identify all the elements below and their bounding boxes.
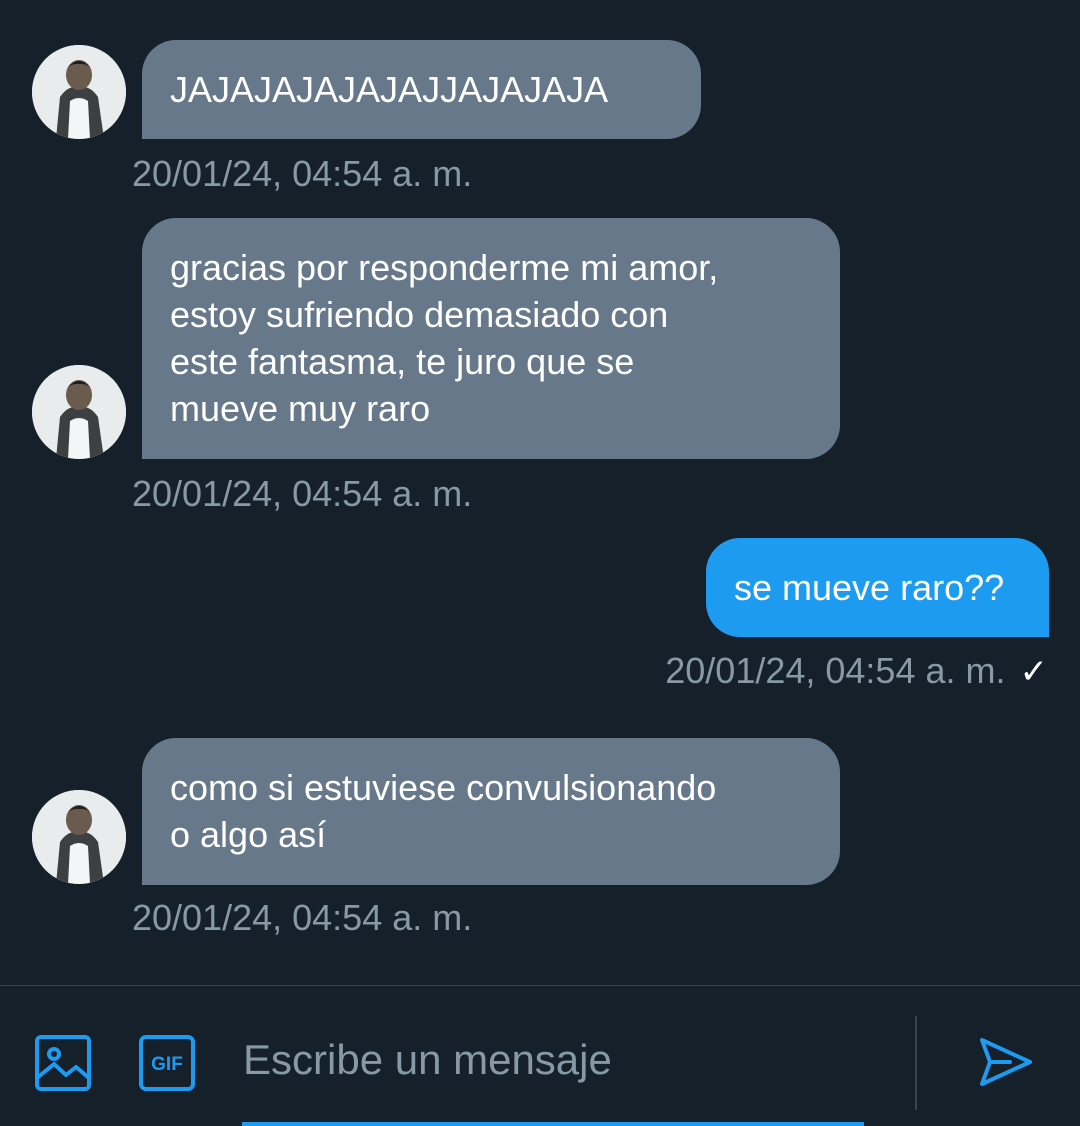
message-timestamp: 20/01/24, 04:54 a. m. (665, 650, 1006, 691)
message-text: JAJAJAJAJAJAJJAJAJAJA (170, 69, 609, 110)
avatar[interactable] (32, 365, 126, 459)
image-icon[interactable] (34, 1034, 92, 1092)
message-bubble-outgoing[interactable]: se mueve raro?? (706, 538, 1049, 637)
message-bubble-incoming[interactable]: como si estuviese convulsionando o algo … (142, 738, 840, 885)
message-bubble-incoming[interactable]: JAJAJAJAJAJAJJAJAJAJA (142, 40, 701, 139)
message-composer: GIF Escribe un mensaje (0, 985, 1080, 1126)
message-text-line: o algo así (170, 814, 327, 855)
gif-label: GIF (151, 1054, 183, 1075)
gif-icon[interactable]: GIF (138, 1034, 196, 1092)
message-bubble-incoming[interactable]: gracias por responderme mi amor, estoy s… (142, 218, 840, 459)
message-text-line: este fantasma, te juro que se (170, 341, 635, 382)
message-text-line: estoy sufriendo demasiado con (170, 294, 669, 335)
send-icon[interactable] (976, 1032, 1036, 1092)
message-text-line: gracias por responderme mi amor, (170, 247, 719, 288)
message-timestamp: 20/01/24, 04:54 a. m. (132, 897, 473, 938)
message-timestamp-row: 20/01/24, 04:54 a. m. ✓ (665, 651, 1048, 692)
check-icon: ✓ (1019, 653, 1049, 691)
input-focus-underline (242, 1122, 864, 1126)
message-text: se mueve raro?? (734, 567, 1005, 608)
composer-divider (915, 1016, 917, 1110)
message-text-line: como si estuviese convulsionando (170, 767, 717, 808)
message-timestamp: 20/01/24, 04:54 a. m. (132, 153, 473, 194)
avatar[interactable] (32, 790, 126, 884)
message-timestamp: 20/01/24, 04:54 a. m. (132, 473, 473, 514)
message-input[interactable]: Escribe un mensaje (243, 1036, 612, 1084)
avatar[interactable] (32, 45, 126, 139)
message-text-line: mueve muy raro (170, 388, 431, 429)
